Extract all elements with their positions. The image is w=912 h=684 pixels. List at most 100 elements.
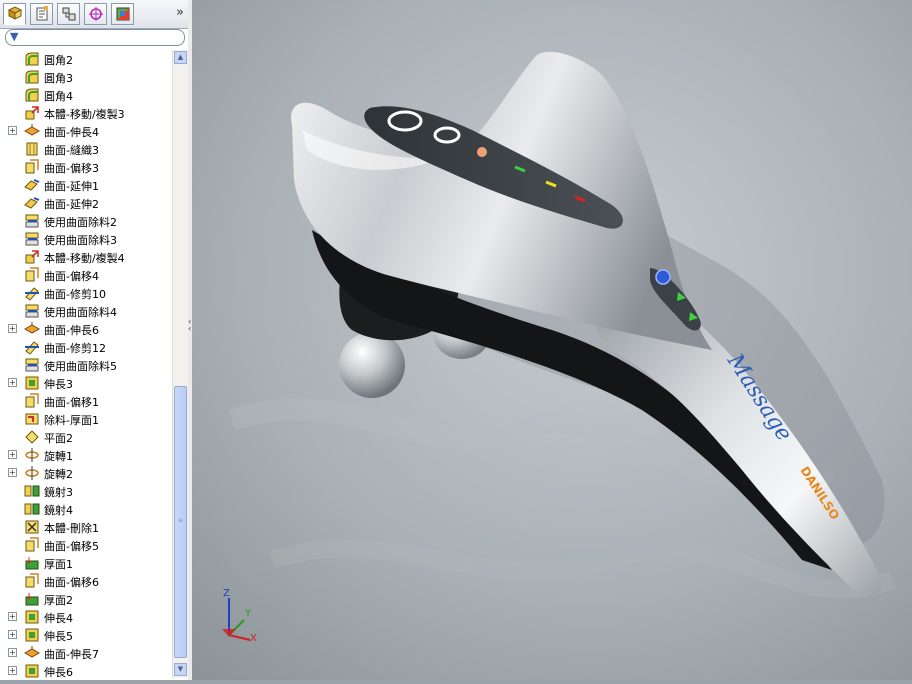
tree-item[interactable]: 曲面-偏移6 xyxy=(0,572,172,590)
tree-item-label: 使用曲面除料3 xyxy=(44,234,117,247)
tree-item-label: 圓角3 xyxy=(44,72,73,85)
offset-icon xyxy=(24,393,40,409)
tree-item[interactable]: 使用曲面除料3 xyxy=(0,230,172,248)
extrude-icon xyxy=(24,627,40,643)
delete-body-icon xyxy=(24,519,40,535)
target-icon xyxy=(89,7,103,21)
tree-item[interactable]: 本體-移動/複製4 xyxy=(0,248,172,266)
more-tabs-button[interactable]: » xyxy=(176,5,184,20)
tree-item[interactable]: 圓角4 xyxy=(0,86,172,104)
tree-item-label: 鏡射3 xyxy=(44,486,73,499)
expand-toggle[interactable]: + xyxy=(8,648,17,657)
tree-item[interactable]: 使用曲面除料2 xyxy=(0,212,172,230)
indicator-light-orange xyxy=(477,147,487,157)
configuration-manager-tab[interactable] xyxy=(57,3,80,25)
tree-item[interactable]: + 伸長6 xyxy=(0,662,172,680)
expand-toggle[interactable]: + xyxy=(8,468,17,477)
tree-item-label: 曲面-偏移3 xyxy=(44,162,99,175)
offset-icon xyxy=(24,537,40,553)
tree-item[interactable]: + 伸長4 xyxy=(0,608,172,626)
scroll-up-button[interactable]: ▲ xyxy=(174,51,187,64)
tree-item[interactable]: + 旋轉1 xyxy=(0,446,172,464)
dimxpert-manager-tab[interactable] xyxy=(84,3,107,25)
tree-item-label: 曲面-縫織3 xyxy=(44,144,99,157)
feature-filter[interactable]: ▼ xyxy=(5,29,185,46)
tree-scrollbar[interactable]: ▲ ≡ ▼ xyxy=(172,50,188,678)
tree-item[interactable]: 曲面-修剪10 xyxy=(0,284,172,302)
configuration-icon xyxy=(62,7,76,21)
tree-item[interactable]: 曲面-延伸1 xyxy=(0,176,172,194)
cut-thicken-icon xyxy=(24,411,40,427)
tree-item[interactable]: 厚面2 xyxy=(0,590,172,608)
scroll-grip-icon: ≡ xyxy=(178,517,184,524)
tree-item-label: 厚面2 xyxy=(44,594,73,607)
feature-manager-tab[interactable] xyxy=(3,3,26,25)
tree-item-label: 旋轉2 xyxy=(44,468,73,481)
graphics-viewport[interactable]: Massage DANILSO Z Y X xyxy=(192,0,912,680)
tree-item[interactable]: + 曲面-伸長6 xyxy=(0,320,172,338)
tree-item-label: 曲面-修剪12 xyxy=(44,342,106,355)
tree-item[interactable]: 曲面-偏移4 xyxy=(0,266,172,284)
mirror-icon xyxy=(24,483,40,499)
expand-toggle[interactable]: + xyxy=(8,378,17,387)
surface-extrude-icon xyxy=(23,321,41,337)
tree-item-label: 圓角4 xyxy=(44,90,73,103)
tree-item[interactable]: 曲面-延伸2 xyxy=(0,194,172,212)
tree-item-label: 曲面-伸長6 xyxy=(44,324,99,337)
move-icon xyxy=(24,249,40,265)
tree-item[interactable]: 除料-厚面1 xyxy=(0,410,172,428)
tree-item-label: 曲面-伸長4 xyxy=(44,126,99,139)
display-manager-tab[interactable] xyxy=(111,3,134,25)
expand-toggle[interactable]: + xyxy=(8,126,17,135)
revolve-icon xyxy=(24,465,40,481)
tree-item[interactable]: 鏡射3 xyxy=(0,482,172,500)
tree-item-label: 鏡射4 xyxy=(44,504,73,517)
tree-item[interactable]: + 伸長5 xyxy=(0,626,172,644)
tree-item-label: 旋轉1 xyxy=(44,450,73,463)
tree-item-label: 曲面-延伸2 xyxy=(44,198,99,211)
expand-toggle[interactable]: + xyxy=(8,612,17,621)
thicken-icon xyxy=(24,591,40,607)
scroll-down-button[interactable]: ▼ xyxy=(174,663,187,676)
tree-item[interactable]: 圓角3 xyxy=(0,68,172,86)
extrude-icon xyxy=(24,609,40,625)
tree-item-label: 曲面-延伸1 xyxy=(44,180,99,193)
trim-icon xyxy=(24,285,40,301)
tree-item[interactable]: 鏡射4 xyxy=(0,500,172,518)
tree-item-label: 使用曲面除料5 xyxy=(44,360,117,373)
tree-item-label: 伸長5 xyxy=(44,630,73,643)
expand-toggle[interactable]: + xyxy=(8,666,17,675)
tree-item[interactable]: 使用曲面除料5 xyxy=(0,356,172,374)
offset-icon xyxy=(24,159,40,175)
expand-toggle[interactable]: + xyxy=(8,324,17,333)
tree-item[interactable]: 本體-刪除1 xyxy=(0,518,172,536)
tree-item[interactable]: 曲面-修剪12 xyxy=(0,338,172,356)
tree-item-label: 曲面-修剪10 xyxy=(44,288,106,301)
expand-toggle[interactable]: + xyxy=(8,450,17,459)
extrude-icon xyxy=(24,375,40,391)
extend-icon xyxy=(24,177,40,193)
mirror-icon xyxy=(24,501,40,517)
tree-item[interactable]: 曲面-縫織3 xyxy=(0,140,172,158)
triad-z-label: Z xyxy=(223,588,230,599)
tree-item[interactable]: + 曲面-伸長4 xyxy=(0,122,172,140)
tree-item[interactable]: 厚面1 xyxy=(0,554,172,572)
tree-item[interactable]: 曲面-偏移3 xyxy=(0,158,172,176)
tree-item[interactable]: 平面2 xyxy=(0,428,172,446)
property-icon xyxy=(36,6,48,21)
tree-item[interactable]: + 伸長3 xyxy=(0,374,172,392)
tree-item-label: 平面2 xyxy=(44,432,73,445)
scroll-thumb[interactable]: ≡ xyxy=(174,386,187,658)
expand-toggle[interactable]: + xyxy=(8,630,17,639)
tree-item[interactable]: + 曲面-伸長7 xyxy=(0,644,172,662)
feature-tree: 圓角2 圓角3 圓角4 本體-移動/複製3 + 曲面-伸長4 曲面-縫織3 曲面-偏移3 曲面-… xyxy=(0,50,172,680)
tree-item[interactable]: 本體-移動/複製3 xyxy=(0,104,172,122)
tree-item-label: 曲面-偏移1 xyxy=(44,396,99,409)
feature-manager-panel: » ▼ 圓角2 圓角3 圓角4 本體-移動/複製3 + 曲面-伸長4 曲面-縫織3 曲面-偏移… xyxy=(0,0,189,680)
tree-item[interactable]: 圓角2 xyxy=(0,50,172,68)
tree-item[interactable]: 使用曲面除料4 xyxy=(0,302,172,320)
property-manager-tab[interactable] xyxy=(30,3,53,25)
tree-item[interactable]: 曲面-偏移1 xyxy=(0,392,172,410)
tree-item[interactable]: 曲面-偏移5 xyxy=(0,536,172,554)
tree-item[interactable]: + 旋轉2 xyxy=(0,464,172,482)
